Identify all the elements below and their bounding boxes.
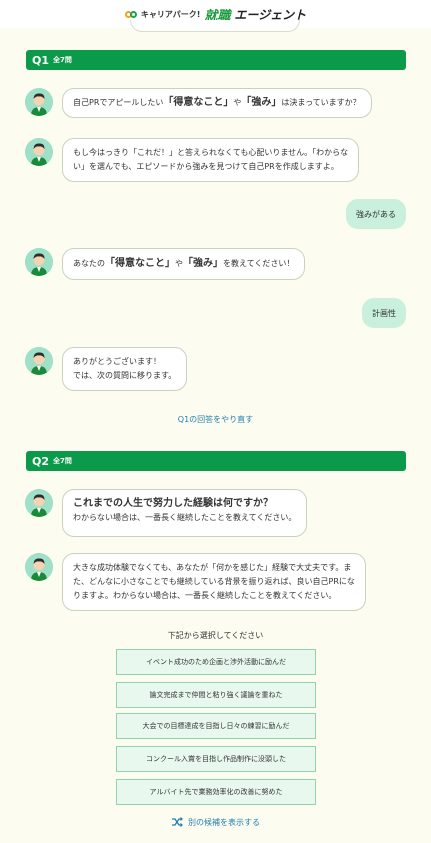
advisor-avatar-icon (25, 347, 53, 375)
advisor-avatar-icon (25, 489, 53, 517)
brand-small-text: キャリアパーク! (140, 9, 201, 19)
shuffle-icon (172, 817, 183, 827)
message-text: 自己PRでアピールしたい (73, 98, 164, 107)
advisor-message: もし今はっきり「これだ！」と答えられなくても心配いりません。「わからな い」を選… (62, 138, 360, 182)
advisor-question: これまでの人生で努力した経験は何ですか？ わからない場合は、一番長く継続したこと… (62, 489, 308, 537)
advisor-avatar (25, 138, 53, 166)
advisor-avatar (25, 553, 53, 581)
message-emphasis: 「得意なこと」 (105, 258, 175, 269)
message-text: あなたの (73, 259, 105, 268)
choice-button[interactable]: コンクール入賞を目指し作品制作に没頭した (116, 746, 316, 772)
message-text: や (175, 259, 183, 268)
message-line: い」を選んでも、エピソードから強みを見つけて自己PRを作成しますよ。 (73, 162, 339, 171)
user-reply-text: 強みがある (356, 209, 396, 219)
advisor-avatar-icon (25, 88, 53, 116)
redo-q1-link[interactable]: Q1の回答をやり直す (0, 414, 431, 425)
message-line: もし今はっきり「これだ！」と答えられなくても心配いりません。「わからな (73, 148, 349, 157)
advisor-avatar-icon (25, 248, 53, 276)
choice-button[interactable]: 論文完成まで仲間と粘り強く議論を重ねた (116, 682, 316, 708)
advisor-avatar (25, 88, 53, 116)
selection-prompt: 下記から選択してください (167, 631, 264, 640)
question-total: 全7問 (53, 457, 72, 465)
message-emphasis: 「強み」 (241, 97, 282, 108)
user-reply-text: 計画性 (372, 308, 396, 318)
advisor-avatar-icon (25, 138, 53, 166)
choice-button[interactable]: イベント成功のため企画と渉外活動に励んだ (116, 649, 316, 675)
message-line: た、どんなに小さなことでも継続している背景を振り返れば、良い自己PRにな (73, 577, 355, 586)
advisor-avatar (25, 347, 53, 375)
question-title: これまでの人生で努力した経験は何ですか？ (73, 498, 273, 509)
advisor-message: 大きな成功体験でなくても、あなたが「何かを感じた」経験で大丈夫です。ま た、どん… (62, 553, 366, 611)
choice-button[interactable]: 大会での目標達成を目指し日々の練習に励んだ (116, 713, 316, 739)
message-emphasis: 「得意なこと」 (163, 97, 234, 108)
advisor-message: 自己PRでアピールしたい 「得意なこと」や「強み」 は決まっていますか？ (62, 88, 372, 118)
advisor-avatar (25, 489, 53, 517)
message-line: 大きな成功体験でなくても、あなたが「何かを感じた」経験で大丈夫です。ま (73, 563, 352, 572)
advisor-avatar-icon (25, 553, 53, 581)
advisor-message: ありがとうございます！ では、次の質問に移ります。 (62, 347, 188, 391)
brand-logo-icon (124, 10, 137, 18)
user-reply: 強みがある (346, 199, 406, 229)
question-number: Q2 (32, 454, 50, 468)
question-total: 全7問 (53, 56, 72, 64)
message-emphasis: 「強み」 (183, 258, 223, 269)
message-line: ありがとうございます！ (73, 357, 161, 366)
question-header-q2: Q2 全7問 (26, 451, 406, 471)
message-line: りますよ。わからない場合は、一番長く継続したことを教えてください。 (73, 591, 337, 600)
show-more-candidates-link[interactable]: 別の候補を表示する (0, 816, 431, 828)
question-subtext: わからない場合は、一番長く継続したことを教えてください。 (73, 513, 297, 522)
question-number: Q1 (32, 53, 50, 67)
advisor-avatar (25, 248, 53, 276)
message-text: を教えてください！ (223, 259, 295, 268)
user-reply: 計画性 (362, 298, 406, 328)
choice-button[interactable]: アルバイト先で業務効率化の改善に努めた (116, 779, 316, 805)
show-more-label: 別の候補を表示する (188, 817, 260, 827)
question-header-q1: Q1 全7問 (26, 50, 406, 70)
message-text: は決まっていますか？ (281, 98, 361, 107)
message-text: や (233, 98, 242, 107)
previous-bubble-edge (130, 20, 300, 32)
message-line: では、次の質問に移ります。 (73, 371, 177, 380)
advisor-message: あなたの 「得意なこと」や「強み」 を教えてください！ (62, 248, 306, 280)
